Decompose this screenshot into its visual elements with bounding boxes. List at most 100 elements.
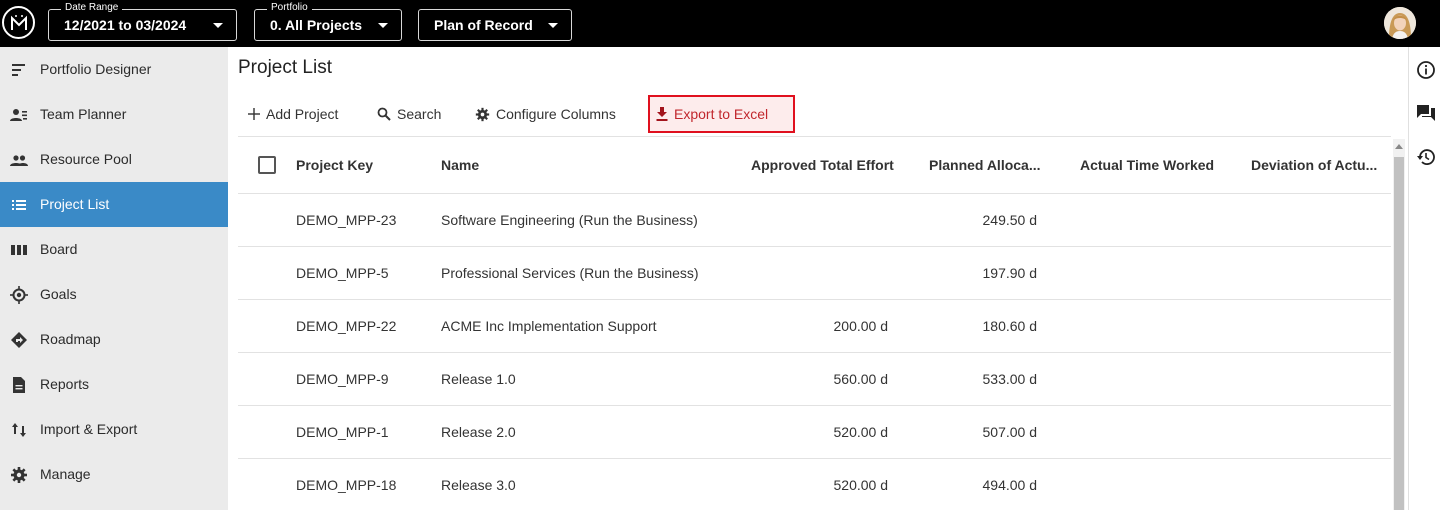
approved-effort-cell: 520.00 d — [833, 477, 889, 493]
table-row[interactable]: DEMO_MPP-9 Release 1.0 560.00 d 533.00 d — [238, 353, 1391, 406]
date-range-label: Date Range — [61, 2, 123, 14]
user-avatar[interactable] — [1384, 7, 1416, 39]
sidebar-item-manage[interactable]: Manage — [0, 452, 228, 497]
table-header: Project Key Name Approved Total Effort P… — [238, 137, 1391, 194]
sidebar-item-roadmap[interactable]: Roadmap — [0, 317, 228, 362]
approved-effort-cell: 520.00 d — [833, 424, 889, 440]
approved-effort-cell: 560.00 d — [833, 371, 889, 387]
sidebar: Portfolio Designer Team Planner Resource… — [0, 47, 228, 510]
project-key-cell: DEMO_MPP-22 — [296, 318, 397, 334]
configure-columns-label: Configure Columns — [496, 106, 616, 122]
column-header-actual-time-worked[interactable]: Actual Time Worked — [1080, 137, 1214, 193]
project-name-cell: Release 3.0 — [441, 477, 516, 493]
gear-icon — [475, 107, 490, 121]
table-row[interactable]: DEMO_MPP-18 Release 3.0 520.00 d 494.00 … — [238, 459, 1391, 510]
sidebar-item-resource-pool[interactable]: Resource Pool — [0, 137, 228, 182]
table-row[interactable]: DEMO_MPP-22 ACME Inc Implementation Supp… — [238, 300, 1391, 353]
sidebar-item-label: Reports — [40, 376, 90, 392]
main-content: Project List Add Project Search Configur… — [228, 47, 1408, 510]
sidebar-item-label: Resource Pool — [40, 151, 132, 167]
sidebar-item-label: Team Planner — [40, 106, 127, 122]
sidebar-item-label: Goals — [40, 286, 77, 302]
add-project-label: Add Project — [266, 106, 339, 122]
scroll-up-arrow-icon[interactable] — [1395, 144, 1403, 149]
sidebar-item-board[interactable]: Board — [0, 227, 228, 272]
export-to-excel-button[interactable]: Export to Excel — [648, 95, 795, 133]
sidebar-item-label: Manage — [40, 466, 91, 482]
table-row[interactable]: DEMO_MPP-5 Professional Services (Run th… — [238, 247, 1391, 300]
plus-icon — [248, 108, 260, 120]
portfolio-label: Portfolio — [267, 2, 312, 14]
search-label: Search — [397, 106, 442, 122]
document-icon — [13, 377, 25, 393]
column-header-project-key[interactable]: Project Key — [296, 137, 373, 193]
column-header-approved-total-effort[interactable]: Approved Total Effort — [751, 137, 894, 193]
project-key-cell: DEMO_MPP-5 — [296, 265, 389, 281]
vertical-scrollbar-thumb[interactable] — [1394, 157, 1404, 510]
search-icon — [377, 107, 391, 121]
top-bar: Date Range 12/2021 to 03/2024 Portfolio … — [0, 0, 1440, 47]
right-rail — [1408, 47, 1440, 510]
planned-allocation-cell: 249.50 d — [982, 212, 1038, 228]
project-name-cell: Software Engineering (Run the Business) — [441, 212, 698, 228]
sidebar-item-portfolio-designer[interactable]: Portfolio Designer — [0, 47, 228, 92]
project-name-cell: Release 2.0 — [441, 424, 516, 440]
sidebar-item-goals[interactable]: Goals — [0, 272, 228, 317]
date-range-value: 12/2021 to 03/2024 — [64, 17, 187, 33]
sidebar-item-label: Import & Export — [40, 421, 138, 437]
sidebar-item-import-export[interactable]: Import & Export — [0, 407, 228, 452]
team-planner-icon — [10, 109, 27, 121]
sidebar-item-label: Portfolio Designer — [40, 61, 152, 77]
gear-icon — [11, 467, 27, 483]
planned-allocation-cell: 180.60 d — [982, 318, 1038, 334]
download-icon — [656, 107, 668, 121]
history-icon[interactable] — [1416, 147, 1436, 167]
project-key-cell: DEMO_MPP-23 — [296, 212, 397, 228]
portfolio-designer-icon — [12, 64, 25, 76]
add-project-button[interactable]: Add Project — [248, 95, 338, 133]
approved-effort-cell: 200.00 d — [833, 318, 889, 334]
portfolio-select[interactable]: Portfolio 0. All Projects — [254, 2, 402, 41]
plan-select[interactable]: Plan of Record — [418, 9, 572, 41]
project-key-cell: DEMO_MPP-9 — [296, 371, 389, 387]
select-all-checkbox[interactable] — [258, 156, 276, 174]
export-to-excel-label: Export to Excel — [674, 106, 769, 122]
date-range-select[interactable]: Date Range 12/2021 to 03/2024 — [48, 2, 237, 41]
sidebar-item-team-planner[interactable]: Team Planner — [0, 92, 228, 137]
column-header-name[interactable]: Name — [441, 137, 479, 193]
planned-allocation-cell: 507.00 d — [982, 424, 1038, 440]
chevron-down-icon — [378, 23, 388, 28]
roadmap-icon — [11, 332, 27, 348]
column-header-deviation[interactable]: Deviation of Actu... — [1251, 137, 1377, 193]
planned-allocation-cell: 533.00 d — [982, 371, 1038, 387]
info-icon[interactable] — [1416, 60, 1436, 80]
page-title: Project List — [238, 57, 332, 78]
table-row[interactable]: DEMO_MPP-23 Software Engineering (Run th… — [238, 194, 1391, 247]
portfolio-value: 0. All Projects — [270, 17, 363, 33]
sidebar-item-label: Project List — [40, 196, 110, 212]
planned-allocation-cell: 197.90 d — [982, 265, 1038, 281]
chevron-down-icon — [213, 23, 223, 28]
people-icon — [10, 155, 28, 166]
column-header-planned-allocation[interactable]: Planned Alloca... — [929, 137, 1041, 193]
sidebar-item-project-list[interactable]: Project List — [0, 182, 228, 227]
list-icon — [12, 200, 26, 210]
comments-icon[interactable] — [1416, 103, 1436, 123]
sidebar-item-reports[interactable]: Reports — [0, 362, 228, 407]
project-key-cell: DEMO_MPP-18 — [296, 477, 397, 493]
board-icon — [11, 245, 27, 255]
project-name-cell: ACME Inc Implementation Support — [441, 318, 657, 334]
table-row[interactable]: DEMO_MPP-1 Release 2.0 520.00 d 507.00 d — [238, 406, 1391, 459]
project-key-cell: DEMO_MPP-1 — [296, 424, 389, 440]
sidebar-item-label: Board — [40, 241, 78, 257]
sidebar-item-label: Roadmap — [40, 331, 101, 347]
chevron-down-icon — [548, 23, 558, 28]
project-name-cell: Professional Services (Run the Business) — [441, 265, 699, 281]
target-icon — [10, 286, 28, 304]
plan-value: Plan of Record — [434, 17, 533, 33]
app-logo-icon[interactable] — [2, 6, 35, 39]
search-button[interactable]: Search — [377, 95, 441, 133]
planned-allocation-cell: 494.00 d — [982, 477, 1038, 493]
import-export-icon — [12, 423, 26, 437]
configure-columns-button[interactable]: Configure Columns — [475, 95, 616, 133]
